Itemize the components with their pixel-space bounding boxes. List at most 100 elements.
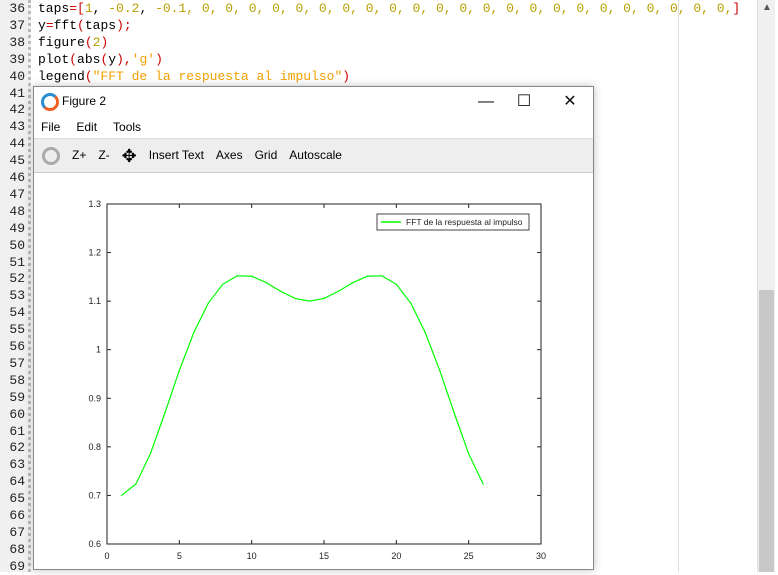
y-tick-label: 0.9	[88, 393, 101, 403]
code-token: ,	[139, 1, 156, 16]
code-line[interactable]: taps=[1, -0.2, -0.1, 0, 0, 0, 0, 0, 0, 0…	[38, 1, 740, 17]
data-point	[381, 275, 383, 277]
code-token: fft	[53, 17, 78, 33]
autoscale-button[interactable]: Autoscale	[289, 148, 342, 163]
axes-button[interactable]: Axes	[216, 148, 243, 163]
minimize-button[interactable]: —	[466, 90, 506, 114]
code-token: figure	[38, 34, 85, 50]
y-tick-label: 1.1	[88, 296, 101, 306]
data-point	[468, 453, 470, 455]
line-number: 67	[9, 524, 25, 540]
data-point	[453, 412, 455, 414]
scroll-up-icon[interactable]: ▲	[762, 2, 772, 14]
line-number: 38	[9, 34, 25, 50]
code-token: );	[116, 17, 132, 33]
zoom-in-button[interactable]: Z+	[72, 148, 86, 163]
line-number: 54	[9, 305, 25, 321]
line-number: 55	[9, 322, 25, 338]
scrollbar-thumb[interactable]	[759, 290, 774, 572]
title-bar[interactable]: Figure 2 — ☐ ✕	[34, 87, 593, 117]
line-number: 53	[9, 288, 25, 304]
x-tick-label: 25	[464, 551, 474, 561]
line-number: 49	[9, 220, 25, 236]
line-number: 36	[9, 1, 25, 16]
y-tick-label: 0.6	[88, 539, 101, 549]
x-tick-label: 20	[391, 551, 401, 561]
data-point	[410, 302, 412, 304]
data-point	[366, 275, 368, 277]
plot-canvas[interactable]: 0 5 10 15 20 25 30 0.6 0.7 0.8 0.9 1 1.1 1.2 1.3 FFT de…	[34, 173, 593, 567]
line-number: 52	[9, 271, 25, 287]
legend-label: FFT de la respuesta al impulso	[406, 217, 523, 227]
line-number: 58	[9, 372, 25, 388]
data-point	[337, 290, 340, 292]
line-number: 41	[9, 85, 25, 101]
data-point	[236, 275, 238, 277]
menu-bar: File Edit Tools	[34, 117, 593, 138]
data-point	[439, 369, 441, 372]
code-token: 1	[84, 1, 93, 16]
figure-window: Figure 2 — ☐ ✕ File Edit Tools Z+ Z- ✥ I…	[33, 86, 594, 570]
line-number: 37	[9, 17, 25, 33]
code-line[interactable]: y=fft(taps);	[38, 18, 132, 34]
data-point	[280, 290, 282, 292]
data-point	[294, 297, 296, 300]
code-token: =	[45, 17, 54, 33]
line-number: 57	[9, 355, 25, 371]
data-point	[164, 412, 166, 414]
insert-text-button[interactable]: Insert Text	[149, 148, 204, 163]
code-token: 'g'	[131, 51, 156, 67]
code-token: legend	[38, 68, 85, 84]
line-number: 45	[9, 153, 25, 169]
code-token: )	[100, 34, 109, 50]
code-token: -0.1	[155, 1, 187, 16]
data-point	[308, 300, 311, 302]
axes-box	[106, 203, 542, 545]
code-token: )	[155, 51, 163, 67]
rotate-icon[interactable]	[42, 146, 60, 165]
octave-logo-icon	[41, 93, 59, 111]
grid-button[interactable]: Grid	[255, 148, 278, 163]
zoom-out-button[interactable]: Z-	[98, 148, 109, 163]
data-point	[135, 483, 137, 485]
pan-icon[interactable]: ✥	[122, 147, 137, 165]
code-token: )	[342, 68, 351, 84]
code-token: (	[77, 17, 85, 33]
data-point	[193, 331, 195, 334]
line-number: 62	[9, 440, 25, 456]
line-number: 43	[9, 119, 25, 135]
line-number: 63	[9, 457, 25, 473]
series-line	[121, 275, 484, 496]
data-point	[178, 369, 180, 372]
menu-tools[interactable]: Tools	[113, 117, 141, 138]
menu-edit[interactable]: Edit	[76, 117, 97, 138]
data-point	[395, 283, 397, 285]
data-point	[251, 275, 253, 277]
x-tick-label: 15	[319, 551, 329, 561]
vertical-scrollbar[interactable]: ▲	[757, 0, 775, 572]
line-number: 59	[9, 389, 25, 405]
line-number: 44	[9, 136, 25, 152]
close-button[interactable]: ✕	[550, 90, 590, 114]
code-token: ]	[732, 1, 741, 16]
code-line[interactable]: plot(abs(y),'g')	[38, 52, 163, 68]
code-line[interactable]: legend("FFT de la respuesta al impulso")	[38, 69, 350, 85]
code-token: (	[84, 34, 93, 50]
data-point	[149, 453, 151, 455]
data-point	[120, 494, 123, 497]
line-number: 39	[9, 51, 25, 67]
line-number: 64	[9, 474, 25, 490]
code-token: , 0, 0, 0, 0, 0, 0, 0, 0, 0, 0, 0, 0, 0,…	[186, 1, 733, 16]
code-token: ),	[116, 51, 132, 67]
code-token: "FFT de la respuesta al impulso"	[92, 68, 343, 84]
code-token: taps	[38, 1, 70, 16]
x-tick-label: 30	[536, 551, 546, 561]
data-point	[323, 297, 325, 300]
menu-file[interactable]: File	[41, 117, 60, 138]
line-number-gutter: 36 37 38 39 40 41 42 43 44 45 46 47 48 49 50 51 52 53 54 55…	[0, 0, 31, 574]
code-token: (	[69, 51, 78, 67]
maximize-button[interactable]: ☐	[504, 90, 544, 114]
figure-toolbar: Z+ Z- ✥ Insert Text Axes Grid Autoscale	[34, 138, 593, 173]
code-line[interactable]: figure(2)	[38, 35, 108, 51]
x-tick-label: 0	[104, 551, 109, 561]
